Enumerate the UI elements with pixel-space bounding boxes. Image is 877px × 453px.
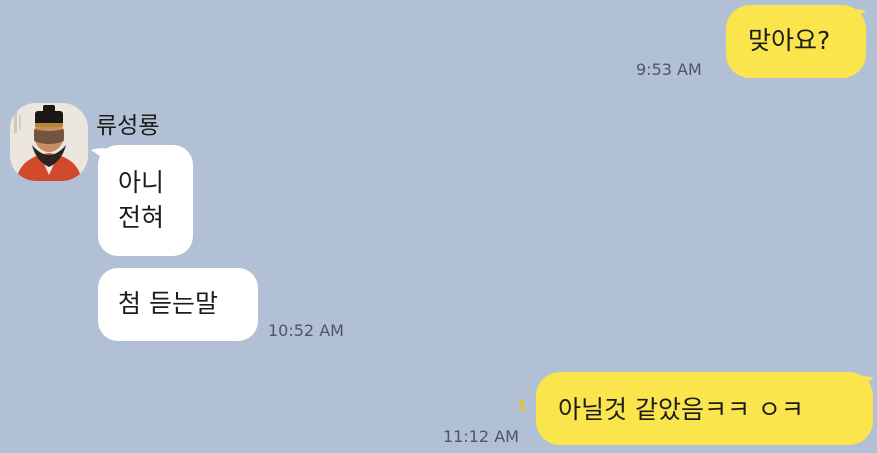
- unread-count-badge: 1: [517, 398, 527, 414]
- portrait-avatar-icon: [10, 103, 88, 181]
- message-timestamp: 9:53 AM: [636, 60, 702, 79]
- message-line: 전혀: [118, 203, 165, 232]
- sender-name: 류성룡: [96, 113, 160, 139]
- message-timestamp: 10:52 AM: [268, 321, 344, 340]
- message-bubble[interactable]: 아니 전혀: [98, 145, 193, 256]
- message-bubble[interactable]: 맞아요?: [726, 5, 866, 78]
- message-timestamp: 11:12 AM: [443, 427, 519, 446]
- message-line: 아니: [118, 168, 165, 197]
- avatar[interactable]: [10, 103, 88, 181]
- message-bubble[interactable]: 첨 듣는말: [98, 268, 258, 341]
- message-bubble[interactable]: 아닐것 같았음ㅋㅋ ㅇㅋ: [536, 372, 873, 445]
